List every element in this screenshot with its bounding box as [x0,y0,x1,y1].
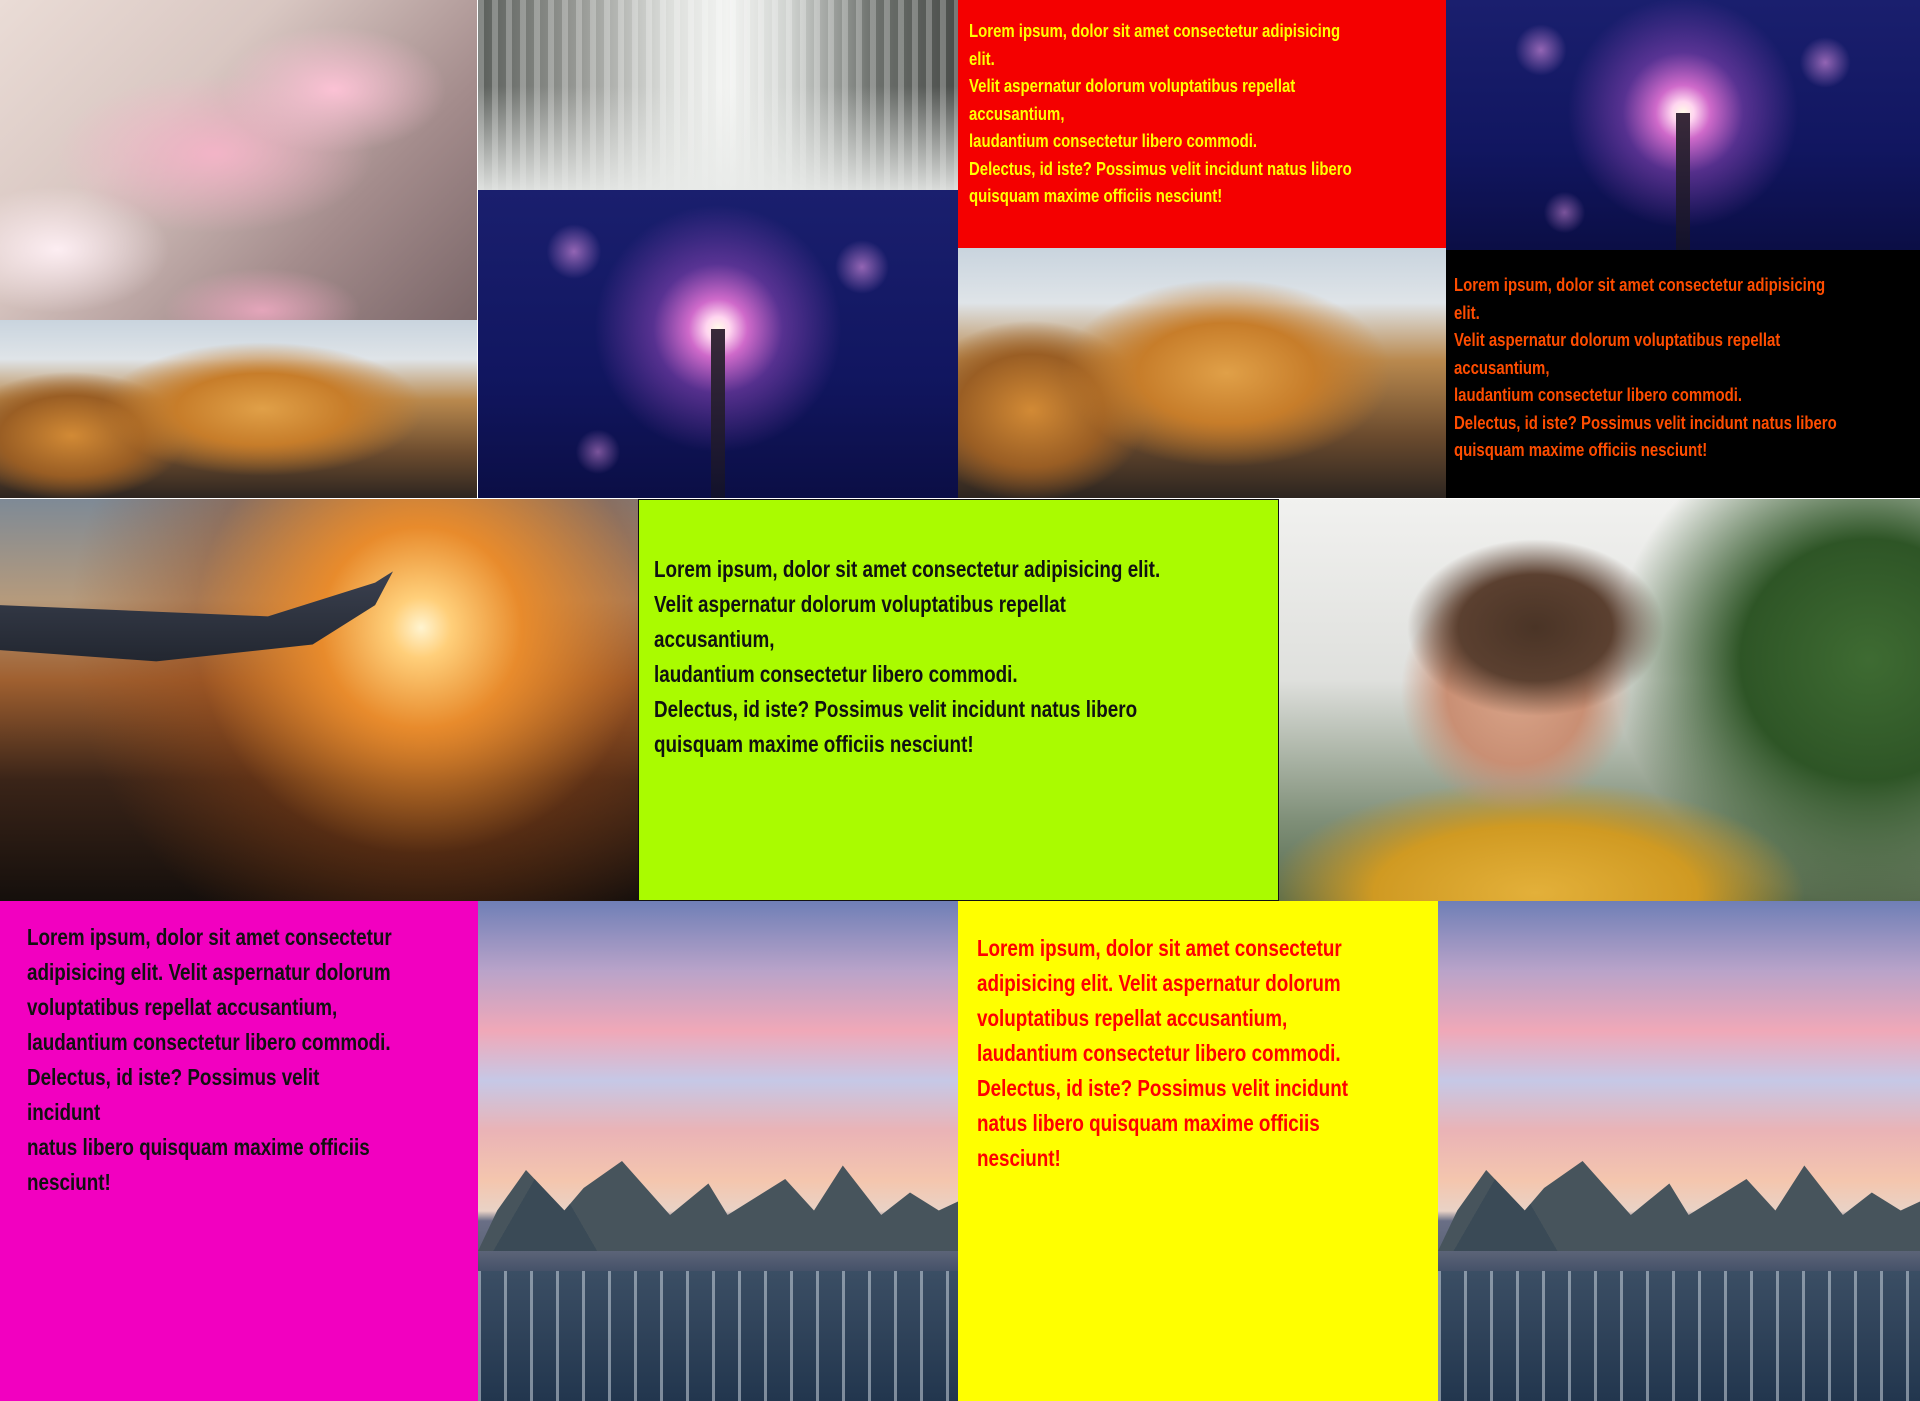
magenta-panel-text: Lorem ipsum, dolor sit amet consectetur … [27,924,392,1195]
lime-text-panel: Lorem ipsum, dolor sit amet consectetur … [638,499,1279,901]
waterfall-photo [478,0,958,190]
woman-with-camera-photo [1279,499,1920,901]
sparkler-photo [1446,0,1920,250]
red-text-panel: Lorem ipsum, dolor sit amet consectetur … [958,0,1446,248]
magenta-text-panel: Lorem ipsum, dolor sit amet consectetur … [0,901,478,1401]
cherry-blossom-photo [0,0,477,320]
airplane-wing-sunset-photo [0,499,638,901]
black-text-panel: Lorem ipsum, dolor sit amet consectetur … [1446,250,1920,498]
red-panel-text: Lorem ipsum, dolor sit amet consectetur … [969,21,1352,206]
mountain-sunset-photo [958,248,1446,498]
mountain-sunset-photo [0,320,477,498]
yellow-text-panel: Lorem ipsum, dolor sit amet consectetur … [958,901,1438,1401]
yellow-panel-text: Lorem ipsum, dolor sit amet consectetur … [977,935,1349,1171]
black-panel-text: Lorem ipsum, dolor sit amet consectetur … [1454,275,1837,460]
overwater-bungalows-photo [1438,901,1920,1401]
sparkler-photo [478,190,958,498]
airplane-wing [0,571,394,662]
lime-panel-text: Lorem ipsum, dolor sit amet consectetur … [654,556,1161,757]
overwater-bungalows-photo [478,901,958,1401]
